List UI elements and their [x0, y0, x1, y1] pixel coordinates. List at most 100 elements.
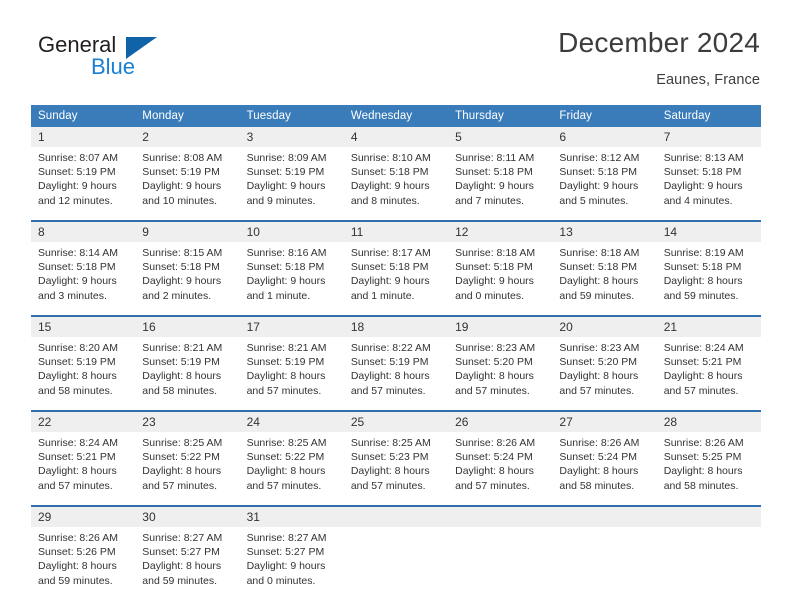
day-cell-details: Sunrise: 8:17 AM Sunset: 5:18 PM Dayligh… [343, 242, 449, 316]
day-cell-details: Sunrise: 8:18 AM Sunset: 5:18 PM Dayligh… [448, 242, 553, 316]
day-cell-details-empty [656, 527, 761, 600]
day-cell-number[interactable]: 10 [239, 220, 344, 242]
day-cell-number[interactable]: 15 [31, 315, 136, 337]
daylight-text-line1: Daylight: 9 hours [350, 275, 430, 288]
general-blue-logo[interactable]: General Blue [31, 26, 291, 86]
week-4-daynumbers: 22 23 24 25 26 27 28 [31, 410, 761, 432]
day-cell-number[interactable]: 4 [343, 127, 449, 147]
sunset-text: Sunset: 5:19 PM [350, 356, 429, 369]
day-cell-number[interactable]: 23 [135, 410, 240, 432]
sunset-text: Sunset: 5:19 PM [142, 356, 220, 369]
day-cell-number[interactable]: 30 [135, 505, 240, 527]
daylight-text-line1: Daylight: 9 hours [142, 275, 222, 288]
daylight-text-line2: and 0 minutes. [455, 289, 525, 302]
day-cell-number[interactable]: 18 [343, 315, 449, 337]
sunrise-text: Sunrise: 8:24 AM [663, 342, 744, 354]
day-cell-number[interactable]: 8 [31, 220, 136, 242]
day-cell-number[interactable]: 21 [656, 315, 761, 337]
daylight-text-line2: and 58 minutes. [663, 479, 739, 492]
sunset-text: Sunset: 5:19 PM [246, 356, 325, 369]
day-cell-number-empty [448, 505, 553, 527]
day-cell-number[interactable]: 16 [135, 315, 240, 337]
daylight-text-line1: Daylight: 9 hours [559, 180, 639, 193]
day-cell-number[interactable]: 29 [31, 505, 136, 527]
day-cell-details: Sunrise: 8:25 AM Sunset: 5:22 PM Dayligh… [135, 432, 240, 506]
sunset-text: Sunset: 5:18 PM [663, 166, 742, 179]
day-cell-number-empty [343, 505, 449, 527]
day-cell-details: Sunrise: 8:21 AM Sunset: 5:19 PM Dayligh… [135, 337, 240, 411]
daylight-text-line1: Daylight: 8 hours [559, 370, 639, 383]
day-cell-details: Sunrise: 8:12 AM Sunset: 5:18 PM Dayligh… [552, 147, 657, 221]
daylight-text-line2: and 58 minutes. [38, 384, 113, 397]
daylight-text-line2: and 5 minutes. [559, 194, 629, 207]
sunset-text: Sunset: 5:18 PM [559, 261, 638, 274]
day-cell-details: Sunrise: 8:26 AM Sunset: 5:26 PM Dayligh… [31, 527, 136, 600]
calendar-table: Sunday Monday Tuesday Wednesday Thursday… [31, 105, 761, 600]
day-cell-details: Sunrise: 8:18 AM Sunset: 5:18 PM Dayligh… [552, 242, 657, 316]
daylight-text-line2: and 57 minutes. [142, 479, 217, 492]
day-cell-number[interactable]: 19 [448, 315, 553, 337]
daylight-text-line2: and 57 minutes. [663, 384, 739, 397]
weekday-header-wednesday: Wednesday [343, 105, 449, 127]
day-cell-details: Sunrise: 8:16 AM Sunset: 5:18 PM Dayligh… [239, 242, 344, 316]
day-cell-number[interactable]: 24 [239, 410, 344, 432]
day-cell-number[interactable]: 31 [239, 505, 344, 527]
sunrise-text: Sunrise: 8:08 AM [142, 152, 223, 164]
daylight-text-line1: Daylight: 9 hours [455, 275, 534, 288]
title-block: December 2024 Eaunes, France [290, 26, 760, 90]
day-cell-number[interactable]: 14 [656, 220, 761, 242]
weekday-header-row: Sunday Monday Tuesday Wednesday Thursday… [31, 105, 761, 127]
sunset-text: Sunset: 5:25 PM [663, 451, 742, 464]
weekday-header-friday: Friday [552, 105, 657, 127]
page-title: December 2024 [558, 27, 760, 58]
daylight-text-line1: Daylight: 8 hours [663, 275, 743, 288]
sunrise-text: Sunrise: 8:22 AM [350, 342, 431, 354]
sunset-text: Sunset: 5:18 PM [559, 166, 638, 179]
daylight-text-line1: Daylight: 8 hours [142, 560, 222, 573]
day-cell-details: Sunrise: 8:27 AM Sunset: 5:27 PM Dayligh… [239, 527, 344, 600]
sunset-text: Sunset: 5:18 PM [350, 261, 429, 274]
sunset-text: Sunset: 5:19 PM [246, 166, 325, 179]
sunset-text: Sunset: 5:18 PM [350, 166, 429, 179]
sunset-text: Sunset: 5:27 PM [246, 546, 325, 559]
sunrise-text: Sunrise: 8:27 AM [246, 532, 327, 544]
day-cell-details: Sunrise: 8:26 AM Sunset: 5:24 PM Dayligh… [448, 432, 553, 506]
sunset-text: Sunset: 5:22 PM [142, 451, 220, 464]
day-cell-number[interactable]: 26 [448, 410, 553, 432]
day-cell-number[interactable]: 9 [135, 220, 240, 242]
day-cell-number[interactable]: 25 [343, 410, 449, 432]
sunrise-text: Sunrise: 8:11 AM [455, 152, 535, 164]
daylight-text-line1: Daylight: 8 hours [559, 275, 639, 288]
sunrise-text: Sunrise: 8:13 AM [663, 152, 744, 164]
day-cell-number[interactable]: 11 [343, 220, 449, 242]
day-cell-number[interactable]: 1 [31, 127, 136, 147]
day-cell-number[interactable]: 2 [135, 127, 240, 147]
day-cell-number[interactable]: 13 [552, 220, 657, 242]
day-cell-number[interactable]: 27 [552, 410, 657, 432]
day-cell-number[interactable]: 28 [656, 410, 761, 432]
day-cell-number[interactable]: 17 [239, 315, 344, 337]
day-cell-details: Sunrise: 8:15 AM Sunset: 5:18 PM Dayligh… [135, 242, 240, 316]
day-cell-number[interactable]: 3 [239, 127, 344, 147]
day-cell-details: Sunrise: 8:13 AM Sunset: 5:18 PM Dayligh… [656, 147, 761, 221]
sunrise-text: Sunrise: 8:27 AM [142, 532, 223, 544]
daylight-text-line2: and 1 minute. [246, 289, 311, 302]
daylight-text-line1: Daylight: 9 hours [246, 560, 326, 573]
day-cell-number[interactable]: 6 [552, 127, 657, 147]
calendar-week-4: 22 23 24 25 26 27 28 Sunrise: 8:24 AM Su… [31, 410, 761, 506]
sunset-text: Sunset: 5:18 PM [455, 261, 533, 274]
day-cell-number[interactable]: 22 [31, 410, 136, 432]
day-cell-details: Sunrise: 8:11 AM Sunset: 5:18 PM Dayligh… [448, 147, 553, 221]
daylight-text-line2: and 57 minutes. [246, 479, 322, 492]
sunrise-text: Sunrise: 8:10 AM [350, 152, 431, 164]
daylight-text-line1: Daylight: 8 hours [350, 465, 430, 478]
daylight-text-line1: Daylight: 8 hours [142, 465, 222, 478]
day-cell-number[interactable]: 7 [656, 127, 761, 147]
day-cell-number[interactable]: 12 [448, 220, 553, 242]
day-cell-number[interactable]: 20 [552, 315, 657, 337]
day-cell-details: Sunrise: 8:14 AM Sunset: 5:18 PM Dayligh… [31, 242, 136, 316]
day-cell-number[interactable]: 5 [448, 127, 553, 147]
daylight-text-line2: and 10 minutes. [142, 194, 217, 207]
sunset-text: Sunset: 5:21 PM [663, 356, 742, 369]
day-cell-details: Sunrise: 8:24 AM Sunset: 5:21 PM Dayligh… [31, 432, 136, 506]
